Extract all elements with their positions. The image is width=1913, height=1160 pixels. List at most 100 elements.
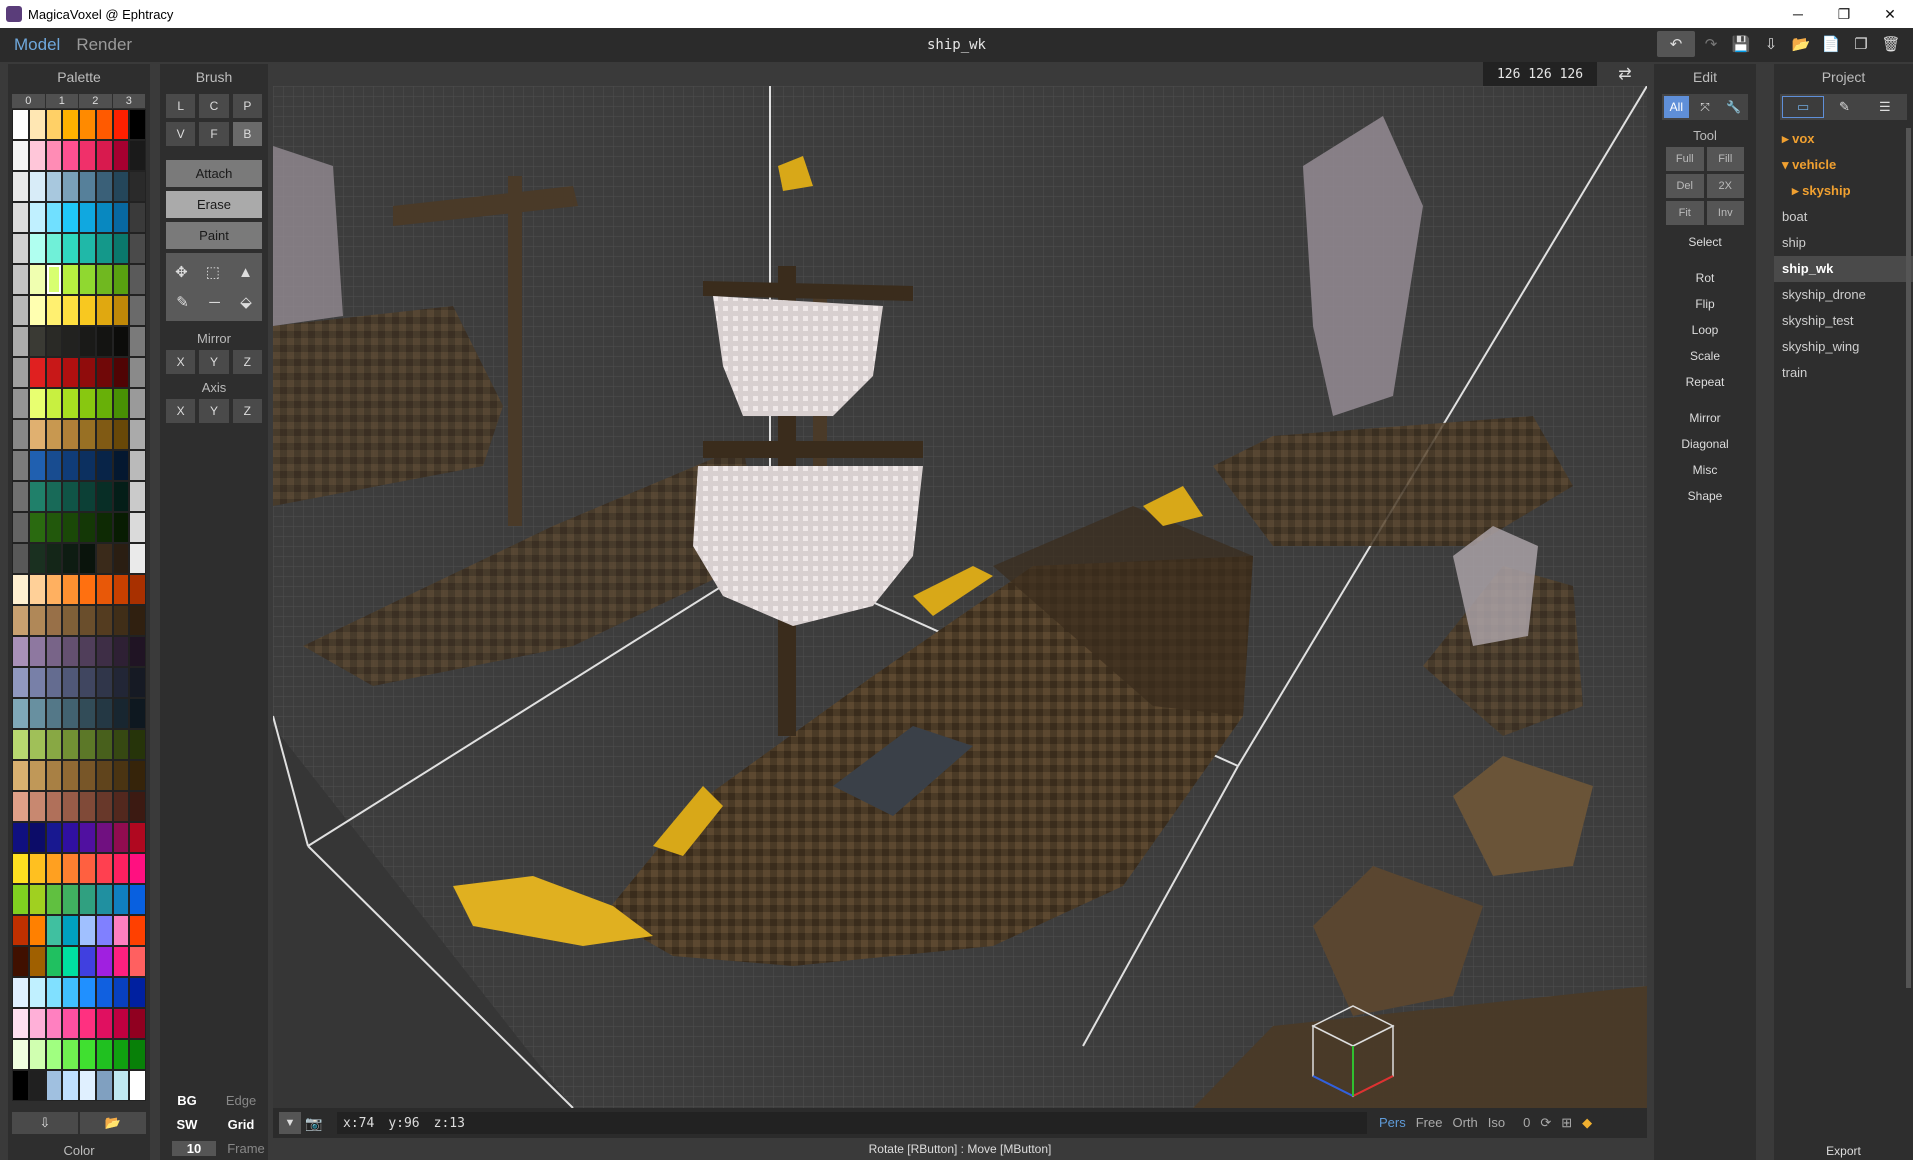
palette-swatch[interactable] [112, 357, 130, 388]
palette-swatch[interactable] [112, 822, 130, 853]
list-tab-icon[interactable]: ☰ [1865, 96, 1905, 118]
palette-swatch[interactable] [12, 977, 29, 1008]
palette-swatch[interactable] [112, 1039, 130, 1070]
palette-swatch[interactable] [95, 450, 113, 481]
tool-2x-button[interactable]: 2X [1706, 174, 1744, 198]
palette-swatch[interactable] [129, 636, 146, 667]
grid-toggle[interactable]: Grid [214, 1117, 268, 1132]
palette-swatch[interactable] [95, 1070, 113, 1101]
palette-swatch[interactable] [95, 140, 113, 171]
view-free[interactable]: Free [1416, 1115, 1443, 1131]
palette-swatch[interactable] [28, 140, 46, 171]
close-button[interactable]: ✕ [1867, 0, 1913, 28]
palette-swatch[interactable] [112, 512, 130, 543]
bg-toggle[interactable]: BG [160, 1093, 214, 1108]
palette-swatch[interactable] [112, 915, 130, 946]
palette-swatch[interactable] [95, 512, 113, 543]
color-label[interactable]: Color [8, 1143, 150, 1158]
palette-swatch[interactable] [28, 946, 46, 977]
palette-swatch[interactable] [62, 605, 79, 636]
palette-swatch[interactable] [62, 357, 79, 388]
palette-swatch[interactable] [62, 729, 79, 760]
palette-swatch[interactable] [95, 295, 113, 326]
palette-swatch[interactable] [62, 760, 79, 791]
palette-swatch[interactable] [28, 915, 46, 946]
volume-size[interactable]: 126 126 126 [1483, 62, 1597, 86]
palette-swatch[interactable] [129, 1039, 146, 1070]
delete-icon[interactable]: 🗑 [1877, 31, 1905, 57]
palette-swatch[interactable] [12, 605, 29, 636]
palette-swatch[interactable] [45, 450, 63, 481]
palette-swatch[interactable] [79, 450, 96, 481]
palette-swatch[interactable] [129, 264, 146, 295]
palette-swatch[interactable] [62, 419, 79, 450]
palette-swatch[interactable] [112, 729, 130, 760]
attach-button[interactable]: Attach [166, 160, 262, 187]
axis-y-button[interactable]: Y [199, 399, 229, 423]
brush-tab-icon[interactable]: ✎ [1824, 96, 1864, 118]
brush-center-button[interactable]: C [199, 94, 229, 118]
palette-swatch[interactable] [62, 326, 79, 357]
palette-swatch[interactable] [28, 1008, 46, 1039]
palette-swatch[interactable] [28, 512, 46, 543]
brush-line-button[interactable]: L [166, 94, 196, 118]
palette-swatch[interactable] [45, 202, 63, 233]
palette-swatch[interactable] [129, 698, 146, 729]
move-icon[interactable]: ✥ [175, 263, 188, 281]
fill-bucket-icon[interactable]: ⬙ [240, 293, 252, 311]
axis-z-button[interactable]: Z [232, 399, 262, 423]
palette-swatch[interactable] [12, 1008, 29, 1039]
palette-swatch[interactable] [12, 295, 29, 326]
palette-swatch[interactable] [129, 388, 146, 419]
palette-swatch[interactable] [129, 822, 146, 853]
palette-swatch[interactable] [79, 171, 96, 202]
palette-swatch[interactable] [62, 574, 79, 605]
palette-swatch[interactable] [112, 1070, 130, 1101]
palette-swatch[interactable] [28, 419, 46, 450]
folder-vehicle[interactable]: ▾ vehicle [1774, 152, 1913, 178]
palette-swatch[interactable] [95, 946, 113, 977]
palette-swatch[interactable] [79, 946, 96, 977]
frame-number[interactable]: 10 [172, 1140, 216, 1156]
palette-swatch[interactable] [112, 698, 130, 729]
repeat-button[interactable]: Repeat [1654, 369, 1756, 395]
eyedropper-icon[interactable]: ✎ [176, 293, 189, 311]
tool-del-button[interactable]: Del [1666, 174, 1704, 198]
palette-swatch[interactable] [62, 884, 79, 915]
palette-import-icon[interactable]: ⇩ [12, 1112, 78, 1134]
palette-swatch[interactable] [79, 698, 96, 729]
palette-swatch[interactable] [28, 543, 46, 574]
palette-swatch[interactable] [12, 419, 29, 450]
palette-swatch[interactable] [62, 822, 79, 853]
palette-swatch[interactable] [95, 543, 113, 574]
palette-swatch[interactable] [112, 946, 130, 977]
palette-swatch[interactable] [79, 233, 96, 264]
palette-swatch[interactable] [62, 946, 79, 977]
palette-swatch[interactable] [129, 109, 146, 140]
palette-swatch[interactable] [12, 264, 29, 295]
palette-swatch[interactable] [28, 171, 46, 202]
palette-swatch[interactable] [95, 822, 113, 853]
line-icon[interactable]: ─ [209, 294, 220, 311]
palette-swatch[interactable] [12, 946, 29, 977]
palette-swatch[interactable] [45, 667, 63, 698]
redo-button[interactable]: ↷ [1697, 31, 1725, 57]
palette-swatch[interactable] [95, 698, 113, 729]
palette-swatch[interactable] [62, 977, 79, 1008]
palette-swatch[interactable] [112, 233, 130, 264]
palette-swatch[interactable] [95, 357, 113, 388]
palette-swatch[interactable] [12, 698, 29, 729]
palette-swatch[interactable] [28, 1070, 46, 1101]
palette-swatch[interactable] [79, 295, 96, 326]
select-button[interactable]: Select [1654, 229, 1756, 255]
palette-swatch[interactable] [129, 884, 146, 915]
palette-swatch[interactable] [45, 636, 63, 667]
palette-swatch[interactable] [79, 791, 96, 822]
misc-button[interactable]: Misc [1654, 457, 1756, 483]
palette-swatch[interactable] [12, 636, 29, 667]
palette-swatch[interactable] [79, 574, 96, 605]
palette-swatch[interactable] [95, 729, 113, 760]
palette-swatch[interactable] [28, 1039, 46, 1070]
palette-swatch[interactable] [12, 171, 29, 202]
palette-swatch[interactable] [28, 822, 46, 853]
